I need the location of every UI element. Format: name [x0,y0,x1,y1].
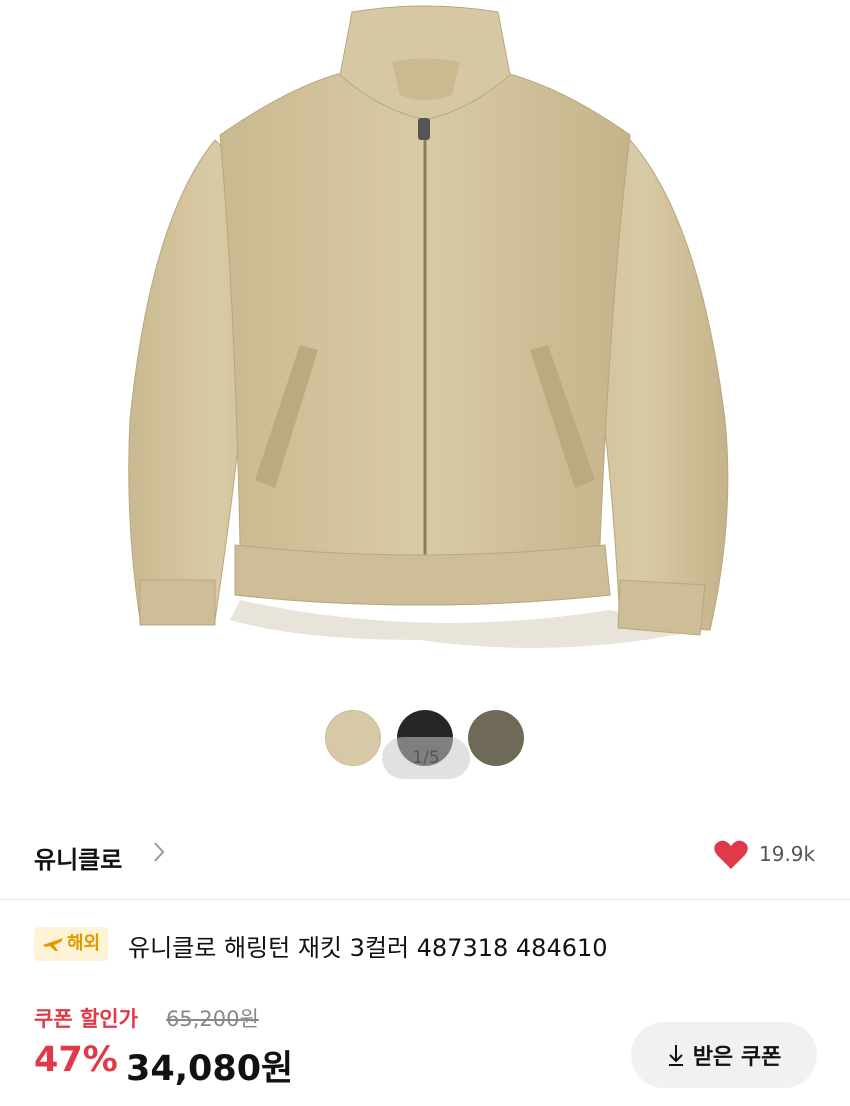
brand-row[interactable]: 유니클로 19.9k [0,822,850,886]
badge-label: 해외 [67,933,101,954]
sale-price: 34,080원 [126,1049,294,1089]
product-title: 유니클로 해링턴 재킷 3컬러 487318 484610 [128,934,608,962]
image-pager: 1/5 [382,737,470,779]
original-price: 65,200원 [166,1007,259,1031]
received-coupon-button[interactable]: 받은 쿠폰 [631,1022,817,1088]
overseas-badge: 해외 [34,927,109,961]
color-swatch-beige[interactable] [325,710,381,766]
download-icon [668,1045,683,1066]
coupon-price-label: 쿠폰 할인가 [34,1007,138,1031]
discount-rate: 47% [34,1040,118,1080]
chevron-right-icon[interactable] [152,838,166,870]
section-divider [0,899,850,900]
brand-name[interactable]: 유니클로 [34,840,122,875]
jacket-illustration [128,5,729,648]
product-image[interactable]: 1/5 [0,0,850,800]
color-swatch-olive[interactable] [468,710,524,766]
coupon-button-label: 받은 쿠폰 [692,1045,782,1070]
likes-count: 19.9k [759,842,816,866]
heart-icon[interactable] [714,840,748,874]
airplane-icon [43,938,63,951]
